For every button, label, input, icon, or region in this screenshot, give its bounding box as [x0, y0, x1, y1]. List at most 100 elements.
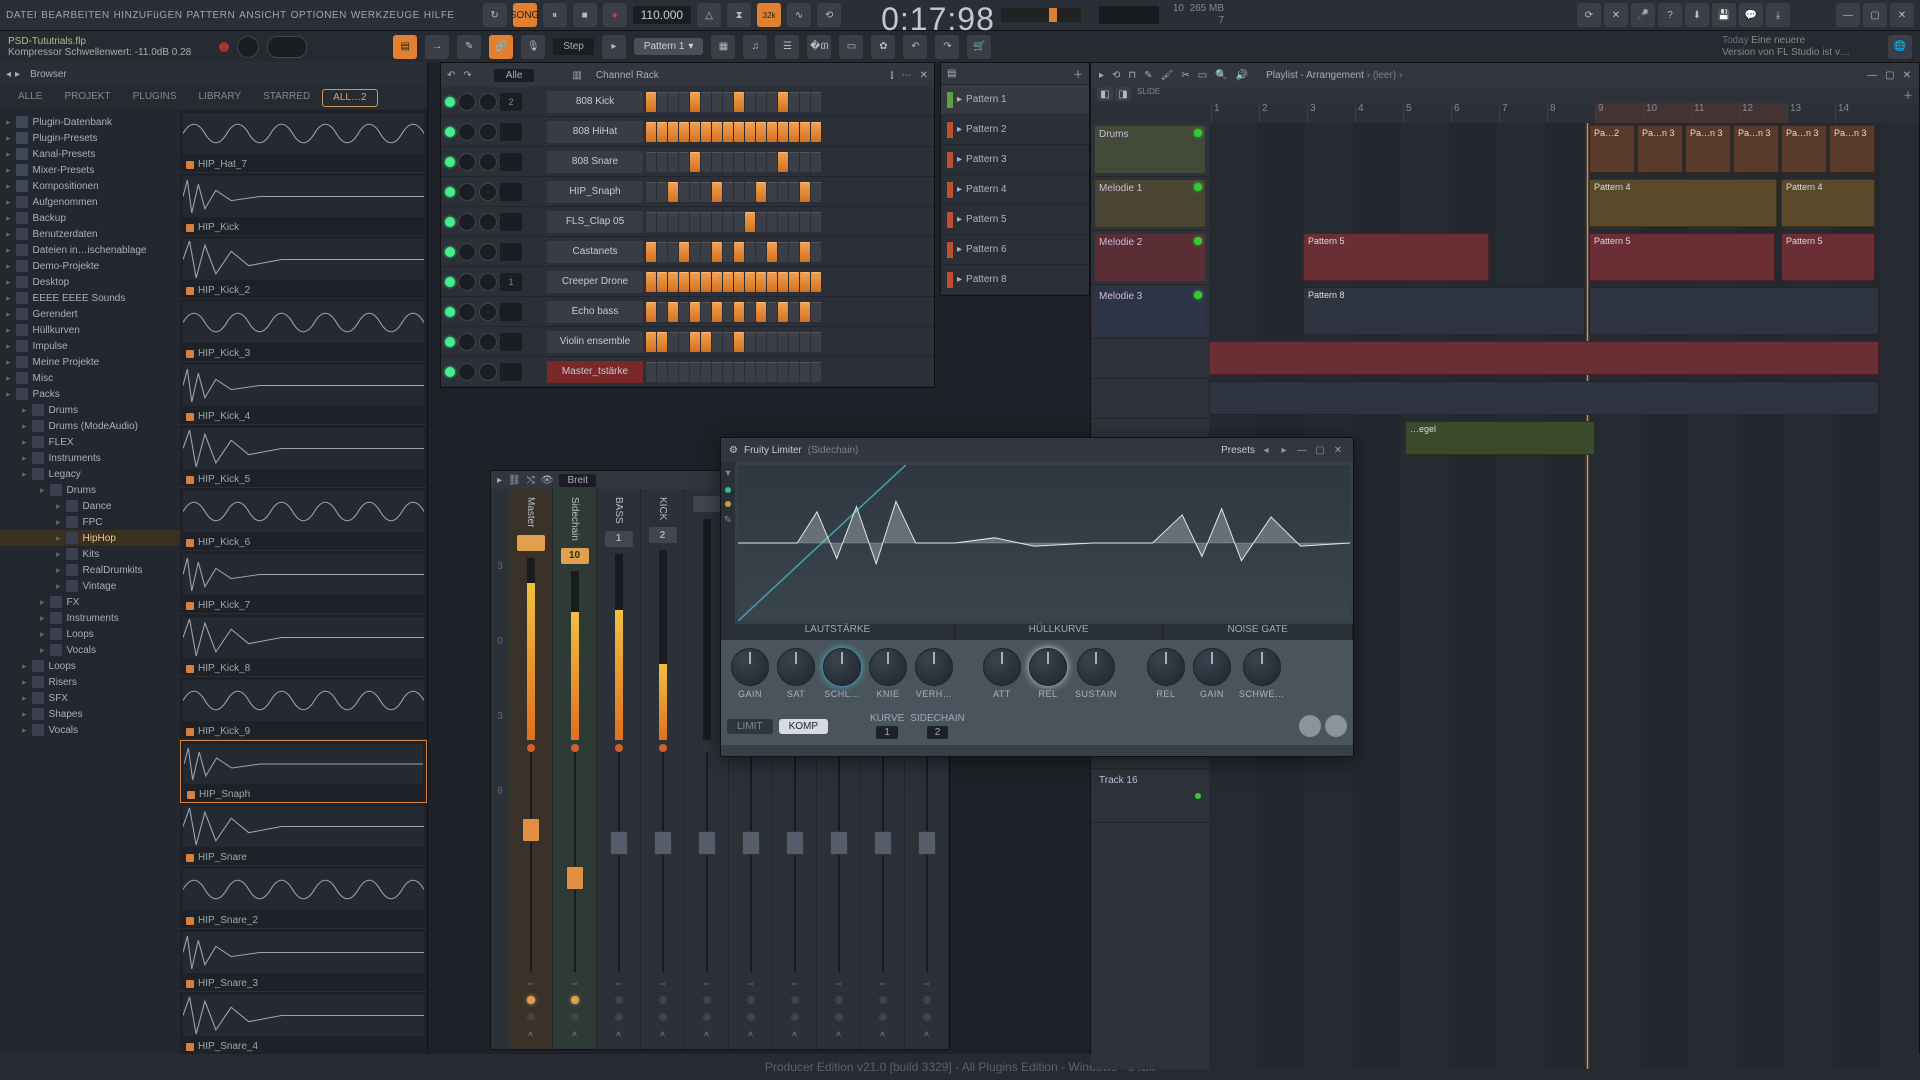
step-button[interactable]: [789, 212, 799, 232]
step-button[interactable]: [657, 332, 667, 352]
step-button[interactable]: [668, 272, 678, 292]
step-button[interactable]: [811, 332, 821, 352]
step-button[interactable]: [800, 332, 810, 352]
step-button[interactable]: [767, 272, 777, 292]
step-button[interactable]: [778, 362, 788, 382]
width-icon[interactable]: ⇔: [658, 978, 667, 988]
step-button[interactable]: [690, 182, 700, 202]
step-button[interactable]: [701, 152, 711, 172]
pan-knob[interactable]: [458, 303, 476, 321]
up-icon[interactable]: ˄: [836, 1029, 841, 1039]
step-button[interactable]: [811, 182, 821, 202]
mixer-track-num[interactable]: 1: [605, 531, 633, 547]
channel-led[interactable]: [445, 307, 455, 317]
step-button[interactable]: [712, 122, 722, 142]
channel-row[interactable]: 1Creeper Drone: [441, 267, 934, 297]
channel-row[interactable]: Castanets: [441, 237, 934, 267]
filter-tab[interactable]: PROJEKT: [54, 89, 120, 107]
vol-knob[interactable]: [479, 183, 497, 201]
step-button[interactable]: [657, 92, 667, 112]
step-button[interactable]: [756, 362, 766, 382]
step-button[interactable]: [646, 182, 656, 202]
undo-icon[interactable]: ↶: [903, 35, 927, 59]
route-dot[interactable]: [791, 996, 799, 1004]
step-button[interactable]: [690, 332, 700, 352]
sample-item[interactable]: HIP_Hat_7: [180, 110, 427, 173]
track-led[interactable]: [1194, 129, 1202, 137]
step-button[interactable]: [800, 212, 810, 232]
step-button[interactable]: [679, 242, 689, 262]
step-button[interactable]: [723, 212, 733, 232]
tree-item[interactable]: Desktop: [0, 274, 180, 290]
tree-item[interactable]: Kompositionen: [0, 178, 180, 194]
step-button[interactable]: [767, 362, 777, 382]
tool-icon[interactable]: ◧: [1097, 87, 1113, 101]
track-header[interactable]: [1091, 339, 1209, 379]
tree-item[interactable]: Dateien in…ischenablage: [0, 242, 180, 258]
curve-selector[interactable]: KURVE1: [870, 713, 904, 739]
channel-row[interactable]: 808 Snare: [441, 147, 934, 177]
plugin-icon[interactable]: ✿: [871, 35, 895, 59]
menu-item[interactable]: PATTERN: [186, 10, 235, 21]
step-button[interactable]: [712, 242, 722, 262]
step-button[interactable]: [767, 242, 777, 262]
time-display[interactable]: M:S:CS 0:17:98: [881, 0, 995, 38]
route-dot[interactable]: [615, 996, 623, 1004]
step-button[interactable]: [756, 212, 766, 232]
channel-led[interactable]: [445, 187, 455, 197]
step-button[interactable]: [679, 212, 689, 232]
step-button[interactable]: [657, 302, 667, 322]
channel-led[interactable]: [445, 157, 455, 167]
step-button[interactable]: [811, 92, 821, 112]
channel-filter[interactable]: Alle: [494, 69, 535, 82]
undo-icon[interactable]: ↶: [447, 70, 455, 81]
pause-button[interactable]: ⏸: [543, 3, 567, 27]
tree-item[interactable]: Instruments: [0, 610, 180, 626]
fader[interactable]: [824, 752, 854, 972]
record-button[interactable]: ●: [603, 3, 627, 27]
menu-item[interactable]: WERKZEUGE: [351, 10, 420, 21]
step-button[interactable]: [690, 212, 700, 232]
step-button[interactable]: [712, 302, 722, 322]
step-button[interactable]: [668, 362, 678, 382]
tree-item[interactable]: Impulse: [0, 338, 180, 354]
pan-knob[interactable]: [458, 93, 476, 111]
channel-row[interactable]: Master_tstärke: [441, 357, 934, 387]
knie-knob[interactable]: [869, 648, 907, 686]
step-button[interactable]: [690, 272, 700, 292]
step-button[interactable]: [811, 122, 821, 142]
step-button[interactable]: [712, 182, 722, 202]
browser-filters[interactable]: ALLEPROJEKTPLUGINSLIBRARYSTARREDALL…2: [0, 86, 427, 110]
clip[interactable]: Pattern 5: [1781, 233, 1875, 281]
step-button[interactable]: [668, 302, 678, 322]
step-button[interactable]: [756, 302, 766, 322]
chat-icon[interactable]: 💬: [1739, 3, 1763, 27]
step-button[interactable]: [778, 122, 788, 142]
step-button[interactable]: [789, 122, 799, 142]
step-button[interactable]: [679, 152, 689, 172]
up-icon[interactable]: ˄: [616, 1029, 621, 1039]
link-icon[interactable]: ⛓: [508, 475, 521, 486]
tree-item[interactable]: FLEX: [0, 434, 180, 450]
track-header[interactable]: Melodie 2: [1091, 231, 1209, 285]
step-button[interactable]: [789, 92, 799, 112]
automation-clip[interactable]: [1209, 381, 1879, 415]
tree-item[interactable]: Instruments: [0, 450, 180, 466]
sync-icon[interactable]: ⟲: [1112, 70, 1120, 81]
step-button[interactable]: [789, 272, 799, 292]
step-mode[interactable]: Step: [553, 38, 594, 55]
mixer-strip[interactable]: Master⇔˄: [509, 489, 553, 1049]
step-button[interactable]: [668, 182, 678, 202]
automation-clip[interactable]: …egel: [1405, 421, 1595, 455]
menu-item[interactable]: BEARBEITEN: [41, 10, 109, 21]
visualizer-button[interactable]: 32k: [757, 3, 781, 27]
mixer-strip[interactable]: Sidechain10⇔˄: [553, 489, 597, 1049]
tree-item[interactable]: Kanal-Presets: [0, 146, 180, 162]
fader[interactable]: [780, 752, 810, 972]
step-button[interactable]: [734, 92, 744, 112]
step-button[interactable]: [811, 152, 821, 172]
step-button[interactable]: [778, 332, 788, 352]
sample-item[interactable]: HIP_Snaph: [180, 740, 427, 803]
pan-knob[interactable]: [458, 213, 476, 231]
step-button[interactable]: [712, 362, 722, 382]
